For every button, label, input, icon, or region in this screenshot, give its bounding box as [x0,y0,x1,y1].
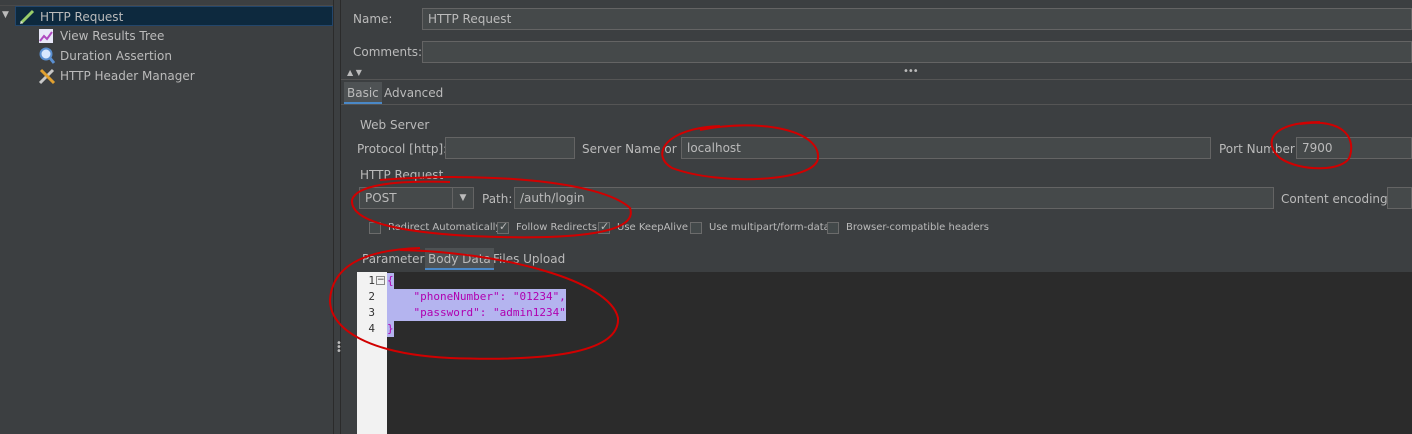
graph-icon [38,28,54,44]
tools-icon [38,67,56,85]
method-select[interactable]: POST ▼ [359,187,474,209]
protocol-label: Protocol [http]: [357,142,448,156]
follow-redirects-checkbox[interactable] [497,220,509,234]
tab-parameters[interactable]: Parameters [359,248,434,270]
tree-item-http-request[interactable]: HTTP Request [15,6,333,26]
tab-body-data[interactable]: Body Data [425,248,494,270]
use-keepalive-checkbox[interactable] [598,220,610,234]
http-request-section-label: HTTP Request [360,168,444,182]
body-data-editor[interactable]: 1 − 2 3 4 { "phoneNumber": "01234", "pas… [357,272,1412,434]
code-line: "password": "admin1234" [387,305,566,321]
protocol-field[interactable] [445,137,575,159]
code-line: "phoneNumber": "01234", [387,289,566,305]
multipart-checkbox[interactable] [690,222,702,234]
http-request-panel: Name: HTTP Request Comments: ▲ ▼ ••• Bas… [341,0,1412,434]
checkbox-label: Redirect Automatically [388,222,502,233]
checkbox-label: Follow Redirects [516,222,597,233]
test-plan-tree: ▼ HTTP Request View Results Tree Duratio… [0,0,333,434]
browser-compatible-headers-checkbox[interactable] [827,222,839,234]
server-label: Server Name or IP: [582,142,696,156]
encoding-label: Content encoding: [1281,192,1392,206]
name-label: Name: [353,12,393,26]
code-line: { [387,273,394,289]
path-label: Path: [482,192,513,206]
fold-icon[interactable]: − [376,276,385,285]
method-value: POST [365,191,397,205]
resize-handle-icon[interactable]: ••• [903,66,919,77]
tree-item-label: HTTP Request [40,10,124,24]
web-server-section-label: Web Server [360,118,430,132]
comments-field[interactable] [422,41,1412,63]
tree-item-label: View Results Tree [60,29,165,43]
line-number: 4 [368,322,375,335]
line-number: 1 [368,274,375,287]
split-pane-divider[interactable]: • • • [333,0,342,434]
tab-basic[interactable]: Basic [344,82,382,104]
redirect-automatically-checkbox[interactable] [369,222,381,234]
port-field[interactable]: 7900 [1296,137,1412,159]
collapse-arrows-icon[interactable]: ▲ ▼ [347,68,362,77]
line-number: 2 [368,290,375,303]
magnifier-icon [38,47,56,65]
checkbox-label: Use multipart/form-data [709,222,830,233]
checkbox-label: Use KeepAlive [617,222,689,233]
pencil-icon [18,8,36,26]
tab-content-border [341,104,1412,105]
chevron-down-icon[interactable]: ▼ [452,188,473,208]
line-number-gutter: 1 − 2 3 4 [357,272,387,434]
separator [341,79,1412,80]
line-number: 3 [368,306,375,319]
tree-item-label: Duration Assertion [60,49,172,63]
port-label: Port Number: [1219,142,1299,156]
name-field[interactable]: HTTP Request [422,8,1412,30]
comments-label: Comments: [353,45,423,59]
server-field[interactable]: localhost [681,137,1211,159]
chevron-down-icon[interactable]: ▼ [2,10,12,20]
code-line: } [387,321,394,337]
tab-advanced[interactable]: Advanced [381,82,446,104]
drag-handle-icon[interactable]: • • • [336,339,342,357]
checkbox-label: Browser-compatible headers [846,222,989,233]
encoding-field[interactable] [1387,187,1412,209]
tree-item-label: HTTP Header Manager [60,69,195,83]
tab-files-upload[interactable]: Files Upload [490,248,568,270]
path-field[interactable]: /auth/login [514,187,1274,209]
